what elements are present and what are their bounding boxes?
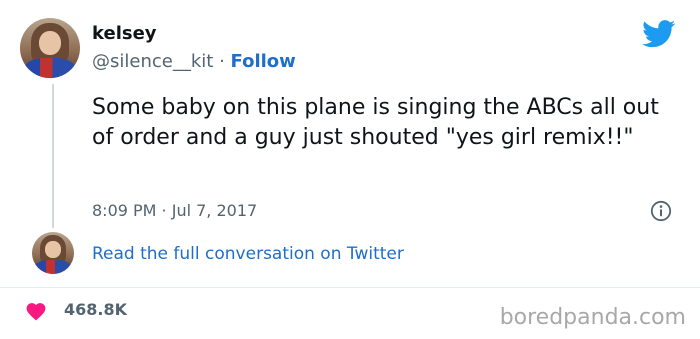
heart-icon[interactable] <box>25 301 47 321</box>
watermark: boredpanda.com <box>499 305 686 330</box>
conversation-avatar[interactable] <box>32 232 74 274</box>
avatar-face <box>45 241 61 259</box>
avatar-shirt <box>24 57 76 78</box>
display-name[interactable]: kelsey <box>92 23 157 44</box>
read-conversation-link[interactable]: Read the full conversation on Twitter <box>92 244 404 264</box>
tweet-timestamp[interactable]: 8:09 PM · Jul 7, 2017 <box>92 201 257 220</box>
twitter-bird-icon[interactable] <box>642 20 676 48</box>
handle-row: @silence__kit · Follow <box>92 51 296 72</box>
avatar-face <box>39 31 61 56</box>
info-icon[interactable] <box>650 200 672 222</box>
tweet-text: Some baby on this plane is singing the A… <box>92 95 659 150</box>
avatar-shirt <box>35 259 71 274</box>
thread-line <box>52 84 54 228</box>
separator-dot: · <box>219 51 225 72</box>
follow-link[interactable]: Follow <box>231 51 296 72</box>
user-handle[interactable]: @silence__kit <box>92 51 213 72</box>
tweet-card: kelsey @silence__kit · Follow Some baby … <box>0 0 700 339</box>
divider <box>0 287 700 288</box>
like-count: 468.8K <box>64 300 128 319</box>
profile-avatar[interactable] <box>20 18 80 78</box>
